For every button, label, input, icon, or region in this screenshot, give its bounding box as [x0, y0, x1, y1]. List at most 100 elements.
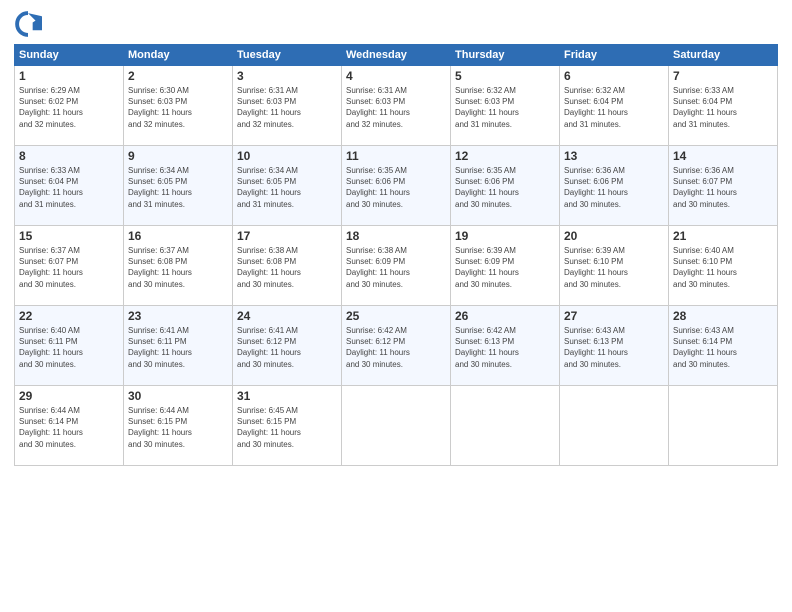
calendar-day	[451, 386, 560, 466]
calendar-day: 15 Sunrise: 6:37 AM Sunset: 6:07 PM Dayli…	[15, 226, 124, 306]
day-info: Sunrise: 6:34 AM Sunset: 6:05 PM Dayligh…	[128, 165, 228, 210]
day-number: 12	[455, 149, 555, 163]
day-number: 10	[237, 149, 337, 163]
day-number: 3	[237, 69, 337, 83]
calendar-week-row: 8 Sunrise: 6:33 AM Sunset: 6:04 PM Daylig…	[15, 146, 778, 226]
day-number: 17	[237, 229, 337, 243]
calendar-day: 10Sunrise: 6:34 AM Sunset: 6:05 PM Dayli…	[233, 146, 342, 226]
day-number: 16	[128, 229, 228, 243]
day-info: Sunrise: 6:44 AM Sunset: 6:14 PM Dayligh…	[19, 405, 119, 450]
day-number: 15	[19, 229, 119, 243]
weekday-header-row: SundayMondayTuesdayWednesdayThursdayFrid…	[15, 45, 778, 66]
calendar-day: 2 Sunrise: 6:30 AM Sunset: 6:03 PM Daylig…	[124, 66, 233, 146]
day-number: 25	[346, 309, 446, 323]
day-number: 28	[673, 309, 773, 323]
day-number: 30	[128, 389, 228, 403]
day-number: 29	[19, 389, 119, 403]
day-number: 13	[564, 149, 664, 163]
calendar-day	[342, 386, 451, 466]
calendar-day: 11Sunrise: 6:35 AM Sunset: 6:06 PM Dayli…	[342, 146, 451, 226]
day-number: 5	[455, 69, 555, 83]
day-info: Sunrise: 6:31 AM Sunset: 6:03 PM Dayligh…	[237, 85, 337, 130]
day-info: Sunrise: 6:41 AM Sunset: 6:11 PM Dayligh…	[128, 325, 228, 370]
weekday-header-thursday: Thursday	[451, 45, 560, 66]
calendar-day	[669, 386, 778, 466]
day-number: 31	[237, 389, 337, 403]
calendar-week-row: 1 Sunrise: 6:29 AM Sunset: 6:02 PM Daylig…	[15, 66, 778, 146]
day-number: 24	[237, 309, 337, 323]
calendar-day: 7Sunrise: 6:33 AM Sunset: 6:04 PM Daylig…	[669, 66, 778, 146]
calendar-day: 20 Sunrise: 6:39 AM Sunset: 6:10 PM Dayli…	[560, 226, 669, 306]
calendar-table: SundayMondayTuesdayWednesdayThursdayFrid…	[14, 44, 778, 466]
calendar-day: 4 Sunrise: 6:31 AM Sunset: 6:03 PM Daylig…	[342, 66, 451, 146]
day-info: Sunrise: 6:31 AM Sunset: 6:03 PM Dayligh…	[346, 85, 446, 130]
calendar-day: 21 Sunrise: 6:40 AM Sunset: 6:10 PM Dayli…	[669, 226, 778, 306]
day-number: 18	[346, 229, 446, 243]
calendar-day: 12 Sunrise: 6:35 AM Sunset: 6:06 PM Dayli…	[451, 146, 560, 226]
calendar-week-row: 15 Sunrise: 6:37 AM Sunset: 6:07 PM Dayli…	[15, 226, 778, 306]
calendar-day: 31 Sunrise: 6:45 AM Sunset: 6:15 PM Dayli…	[233, 386, 342, 466]
day-number: 27	[564, 309, 664, 323]
day-number: 23	[128, 309, 228, 323]
weekday-header-tuesday: Tuesday	[233, 45, 342, 66]
day-info: Sunrise: 6:32 AM Sunset: 6:04 PM Dayligh…	[564, 85, 664, 130]
day-info: Sunrise: 6:30 AM Sunset: 6:03 PM Dayligh…	[128, 85, 228, 130]
calendar-day: 8 Sunrise: 6:33 AM Sunset: 6:04 PM Daylig…	[15, 146, 124, 226]
calendar-day: 17Sunrise: 6:38 AM Sunset: 6:08 PM Dayli…	[233, 226, 342, 306]
day-info: Sunrise: 6:44 AM Sunset: 6:15 PM Dayligh…	[128, 405, 228, 450]
day-info: Sunrise: 6:38 AM Sunset: 6:09 PM Dayligh…	[346, 245, 446, 290]
calendar-day: 29 Sunrise: 6:44 AM Sunset: 6:14 PM Dayli…	[15, 386, 124, 466]
calendar-day	[560, 386, 669, 466]
calendar-day: 19Sunrise: 6:39 AM Sunset: 6:09 PM Dayli…	[451, 226, 560, 306]
calendar-day: 24 Sunrise: 6:41 AM Sunset: 6:12 PM Dayli…	[233, 306, 342, 386]
calendar-day: 6Sunrise: 6:32 AM Sunset: 6:04 PM Daylig…	[560, 66, 669, 146]
day-info: Sunrise: 6:43 AM Sunset: 6:13 PM Dayligh…	[564, 325, 664, 370]
day-number: 22	[19, 309, 119, 323]
calendar-week-row: 22 Sunrise: 6:40 AM Sunset: 6:11 PM Dayli…	[15, 306, 778, 386]
header	[14, 10, 778, 38]
day-number: 7	[673, 69, 773, 83]
logo	[14, 10, 46, 38]
day-info: Sunrise: 6:40 AM Sunset: 6:10 PM Dayligh…	[673, 245, 773, 290]
weekday-header-monday: Monday	[124, 45, 233, 66]
calendar-day: 30 Sunrise: 6:44 AM Sunset: 6:15 PM Dayli…	[124, 386, 233, 466]
calendar-week-row: 29 Sunrise: 6:44 AM Sunset: 6:14 PM Dayli…	[15, 386, 778, 466]
calendar-day: 26Sunrise: 6:42 AM Sunset: 6:13 PM Dayli…	[451, 306, 560, 386]
day-info: Sunrise: 6:43 AM Sunset: 6:14 PM Dayligh…	[673, 325, 773, 370]
day-info: Sunrise: 6:39 AM Sunset: 6:09 PM Dayligh…	[455, 245, 555, 290]
day-info: Sunrise: 6:36 AM Sunset: 6:06 PM Dayligh…	[564, 165, 664, 210]
calendar-day: 18 Sunrise: 6:38 AM Sunset: 6:09 PM Dayli…	[342, 226, 451, 306]
day-number: 14	[673, 149, 773, 163]
day-number: 21	[673, 229, 773, 243]
day-number: 9	[128, 149, 228, 163]
day-info: Sunrise: 6:39 AM Sunset: 6:10 PM Dayligh…	[564, 245, 664, 290]
calendar-day: 28 Sunrise: 6:43 AM Sunset: 6:14 PM Dayli…	[669, 306, 778, 386]
day-number: 8	[19, 149, 119, 163]
calendar-day: 5 Sunrise: 6:32 AM Sunset: 6:03 PM Daylig…	[451, 66, 560, 146]
calendar-day: 9 Sunrise: 6:34 AM Sunset: 6:05 PM Daylig…	[124, 146, 233, 226]
calendar-day: 3 Sunrise: 6:31 AM Sunset: 6:03 PM Daylig…	[233, 66, 342, 146]
calendar-day: 25 Sunrise: 6:42 AM Sunset: 6:12 PM Dayli…	[342, 306, 451, 386]
calendar-day: 14 Sunrise: 6:36 AM Sunset: 6:07 PM Dayli…	[669, 146, 778, 226]
day-number: 2	[128, 69, 228, 83]
logo-icon	[14, 10, 42, 38]
calendar-day: 16 Sunrise: 6:37 AM Sunset: 6:08 PM Dayli…	[124, 226, 233, 306]
day-info: Sunrise: 6:41 AM Sunset: 6:12 PM Dayligh…	[237, 325, 337, 370]
day-info: Sunrise: 6:33 AM Sunset: 6:04 PM Dayligh…	[19, 165, 119, 210]
day-number: 20	[564, 229, 664, 243]
calendar-day: 22 Sunrise: 6:40 AM Sunset: 6:11 PM Dayli…	[15, 306, 124, 386]
day-info: Sunrise: 6:40 AM Sunset: 6:11 PM Dayligh…	[19, 325, 119, 370]
day-info: Sunrise: 6:42 AM Sunset: 6:12 PM Dayligh…	[346, 325, 446, 370]
day-info: Sunrise: 6:35 AM Sunset: 6:06 PM Dayligh…	[455, 165, 555, 210]
day-info: Sunrise: 6:45 AM Sunset: 6:15 PM Dayligh…	[237, 405, 337, 450]
weekday-header-sunday: Sunday	[15, 45, 124, 66]
day-info: Sunrise: 6:37 AM Sunset: 6:08 PM Dayligh…	[128, 245, 228, 290]
day-info: Sunrise: 6:32 AM Sunset: 6:03 PM Dayligh…	[455, 85, 555, 130]
day-number: 11	[346, 149, 446, 163]
calendar-day: 13 Sunrise: 6:36 AM Sunset: 6:06 PM Dayli…	[560, 146, 669, 226]
day-number: 1	[19, 69, 119, 83]
day-info: Sunrise: 6:36 AM Sunset: 6:07 PM Dayligh…	[673, 165, 773, 210]
day-number: 4	[346, 69, 446, 83]
day-info: Sunrise: 6:29 AM Sunset: 6:02 PM Dayligh…	[19, 85, 119, 130]
day-info: Sunrise: 6:37 AM Sunset: 6:07 PM Dayligh…	[19, 245, 119, 290]
